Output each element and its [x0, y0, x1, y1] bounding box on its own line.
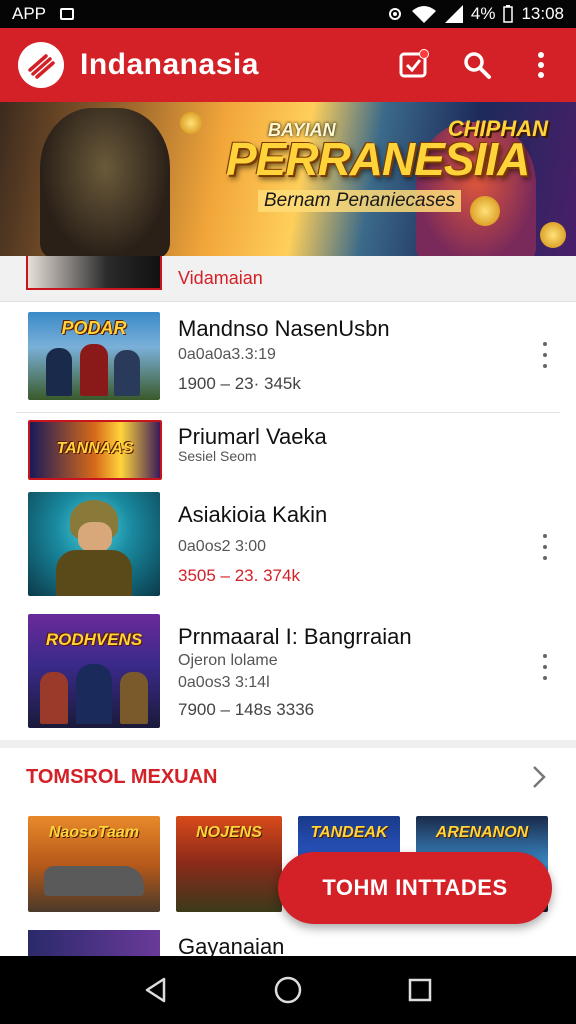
banner-warrior-art [40, 108, 170, 256]
recents-square-icon [408, 978, 432, 1002]
section-see-all-button[interactable] [528, 764, 550, 790]
back-triangle-icon [145, 977, 166, 1003]
notification-icon [60, 8, 75, 20]
banner-coin [540, 222, 566, 248]
app-logo[interactable] [18, 42, 64, 88]
banner-corner-text: CHIPHAN [447, 116, 548, 141]
nav-home-button[interactable] [268, 970, 308, 1010]
action-fab-button[interactable]: TOHM INTTADES [278, 852, 552, 924]
list-item[interactable]: TANNAAS Priumarl Vaeka Sesiel Seom [0, 418, 576, 482]
item-subtitle: Sesiel Seom [178, 448, 257, 464]
app-title: Indananasia [80, 48, 259, 81]
notification-badge [419, 49, 429, 59]
item-subtitle: Ojeron lolame [178, 652, 278, 669]
system-nav-bar [0, 956, 576, 1024]
item-title: Mandnso NasenUsbn [178, 316, 390, 341]
status-bar: APP 4% 13:08 [0, 0, 576, 28]
thumbnail-title: RODHVENS [45, 630, 143, 649]
game-card[interactable]: NaosoTaam [28, 816, 160, 912]
item-title: Prnmaaral I: Bangrraian [178, 624, 412, 649]
item-stats: 3505 – 23. 374k [178, 566, 300, 585]
card-title: NaosoTaam [48, 824, 140, 841]
game-thumbnail [28, 930, 160, 956]
section-divider [0, 740, 576, 748]
more-vertical-icon [538, 52, 544, 78]
game-thumbnail [28, 492, 160, 596]
item-more-button[interactable] [538, 342, 552, 368]
list-item[interactable]: Asiakioia Kakin 0a0os2 3:00 3505 – 23. 3… [0, 490, 576, 602]
search-button[interactable] [460, 48, 494, 82]
chevron-right-icon [533, 766, 546, 788]
divider [16, 412, 560, 413]
banner-coin [180, 112, 202, 134]
app-bar: Indananasia [0, 28, 576, 102]
item-stats: 7900 – 148s 3336 [178, 700, 315, 719]
thumbnail-title: TANNAAS [56, 440, 134, 457]
home-circle-icon [274, 976, 302, 1004]
item-more-button[interactable] [538, 654, 552, 680]
battery-level: 4% [470, 4, 496, 23]
thumbnail-title: PODAR [61, 318, 127, 338]
item-title: Priumarl Vaeka [178, 424, 327, 449]
banner-coin [470, 196, 500, 226]
item-more-button[interactable] [538, 534, 552, 560]
game-card[interactable]: NOJENS [176, 816, 282, 912]
battery-icon [503, 5, 514, 23]
card-title: ARENANON [435, 824, 529, 841]
item-subtitle: 0a0os2 3:00 [178, 538, 267, 555]
search-icon [464, 52, 491, 79]
item-stats: 1900 – 23· 345k [178, 374, 301, 393]
nav-recents-button[interactable] [400, 970, 440, 1010]
banner-subtitle: Bernam Penaniecases [258, 190, 462, 212]
item-subtitle: 0a0a0a3.3:19 [178, 346, 276, 363]
strip-thumbnail [26, 256, 162, 290]
game-thumbnail: TANNAAS [28, 420, 162, 480]
inbox-button[interactable] [396, 48, 430, 82]
logo-icon [28, 54, 55, 79]
hero-banner[interactable]: BAYIAN PERRANESIIA Bernam Penaniecases C… [0, 102, 576, 256]
list-item[interactable]: PODAR Mandnso NasenUsbn 0a0a0a3.3:19 190… [0, 310, 576, 410]
card-title: NOJENS [196, 824, 262, 841]
list-item[interactable]: RODHVENS Prnmaaral I: Bangrraian Ojeron … [0, 612, 576, 730]
strip-label: Vidamaian [178, 268, 263, 288]
item-subtitle-secondary: 0a0os3 3:14l [178, 674, 270, 691]
category-strip[interactable]: Vidamaian [0, 256, 576, 302]
wifi-icon [411, 6, 436, 23]
game-thumbnail: RODHVENS [28, 614, 160, 728]
game-thumbnail: PODAR [28, 312, 160, 400]
status-app-label: APP [12, 4, 47, 23]
signal-icon [444, 5, 463, 23]
clock: 13:08 [521, 4, 564, 23]
item-title: Asiakioia Kakin [178, 502, 328, 527]
overflow-menu-button[interactable] [524, 48, 558, 82]
section-title: TOMSROL MEXUAN [26, 766, 218, 788]
nav-back-button[interactable] [136, 970, 176, 1010]
settings-icon [388, 8, 401, 20]
card-title: TANDEAK [310, 824, 388, 841]
